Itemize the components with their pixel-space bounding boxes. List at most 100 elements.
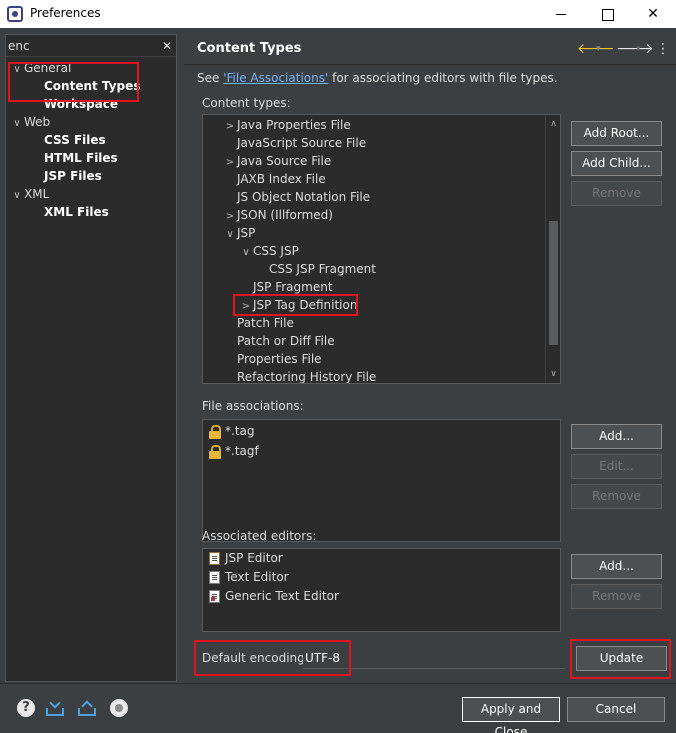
lock-icon — [209, 444, 221, 459]
content-type-item[interactable]: ∨ CSS JSP — [239, 242, 299, 260]
tree-item-label: Content Types — [44, 79, 141, 93]
import-icon[interactable] — [46, 697, 64, 717]
add-child-button[interactable]: Add Child... — [571, 151, 662, 176]
content-type-item[interactable]: Patch or Diff File — [223, 332, 335, 350]
apply-and-close-button[interactable]: Apply and Close — [462, 697, 560, 733]
content-type-label: CSS JSP Fragment — [269, 262, 376, 276]
close-window-button[interactable]: ✕ — [630, 0, 676, 28]
content-type-item[interactable]: Properties File — [223, 350, 322, 368]
content-type-item[interactable]: JSP Fragment — [239, 278, 333, 296]
tree-item[interactable]: ∨ Web — [10, 113, 50, 131]
remove-association-button[interactable]: Remove — [571, 484, 662, 509]
content-type-label: Properties File — [237, 352, 322, 366]
content-type-item[interactable]: > JSP Tag Definition — [239, 296, 358, 314]
back-dropdown-icon[interactable]: ▾ — [596, 40, 601, 58]
content-types-scrollbar[interactable]: ∧ ∨ — [545, 115, 560, 383]
update-button[interactable]: Update — [576, 646, 667, 671]
footer-divider — [0, 683, 676, 684]
editor-item[interactable]: Generic Text Editor — [209, 587, 339, 606]
scroll-thumb[interactable] — [549, 221, 558, 345]
associated-editors-label: Associated editors: — [202, 529, 317, 543]
file-association-item[interactable]: *.tag — [209, 422, 255, 441]
add-root-button[interactable]: Add Root... — [571, 121, 662, 146]
clear-filter-icon[interactable]: ✕ — [160, 38, 174, 54]
tree-item[interactable]: Workspace — [30, 95, 118, 113]
tree-item[interactable]: JSP Files — [30, 167, 102, 185]
view-menu-icon[interactable]: ⋮ — [656, 40, 670, 58]
editor-label: Text Editor — [225, 570, 289, 584]
edit-association-button[interactable]: Edit... — [571, 454, 662, 479]
file-associations-link[interactable]: 'File Associations' — [223, 71, 328, 85]
content-types-tree[interactable]: > Java Properties File JavaScript Source F… — [202, 114, 561, 384]
window-title: Preferences — [30, 6, 101, 20]
editor-item[interactable]: Text Editor — [209, 568, 289, 587]
preferences-dialog: ✕ ∨GeneralContent TypesWorkspace∨WebCSS … — [0, 28, 676, 733]
title-bar: Preferences ✕ — [0, 0, 676, 28]
file-associations-list[interactable]: *.tag *.tagf — [202, 419, 561, 542]
content-type-item[interactable]: JavaScript Source File — [223, 134, 366, 152]
expand-chevron-icon[interactable]: ∨ — [223, 226, 237, 244]
content-type-label: JSP Fragment — [253, 280, 333, 294]
expand-chevron-icon[interactable]: ∨ — [239, 244, 253, 262]
content-type-item[interactable]: > JSON (Illformed) — [223, 206, 333, 224]
content-type-label: Patch File — [237, 316, 294, 330]
cancel-button[interactable]: Cancel — [567, 697, 665, 722]
default-encoding-label: Default encoding: — [202, 651, 309, 665]
remove-content-type-button[interactable]: Remove — [571, 181, 662, 206]
content-type-item[interactable]: Refactoring History File — [223, 368, 376, 383]
scroll-down-icon[interactable]: ∨ — [546, 367, 560, 382]
scroll-up-icon[interactable]: ∧ — [546, 117, 560, 132]
minimize-button[interactable] — [538, 0, 584, 28]
tree-item[interactable]: ∨ General — [10, 59, 71, 77]
tree-item-label: HTML Files — [44, 151, 118, 165]
preference-tree-pane: ✕ ∨GeneralContent TypesWorkspace∨WebCSS … — [5, 34, 177, 682]
content-types-label: Content types: — [202, 96, 291, 110]
generic-editor-icon — [209, 590, 220, 603]
filter-box: ✕ — [6, 35, 176, 57]
file-association-item[interactable]: *.tagf — [209, 442, 259, 461]
expand-chevron-icon[interactable]: ∨ — [10, 61, 24, 79]
tree-item-label: JSP Files — [44, 169, 102, 183]
content-type-label: JAXB Index File — [237, 172, 326, 186]
filter-input[interactable] — [8, 37, 158, 55]
default-encoding-field[interactable]: UTF-8 — [303, 647, 565, 669]
maximize-button[interactable] — [584, 0, 630, 28]
editor-item[interactable]: JSP Editor — [209, 549, 283, 568]
content-type-label: JavaScript Source File — [237, 136, 367, 150]
remove-editor-button[interactable]: Remove — [571, 584, 662, 609]
forward-arrow-icon[interactable]: 🡒 — [616, 40, 654, 58]
tree-item[interactable]: CSS Files — [30, 131, 106, 149]
content-type-label: Patch or Diff File — [237, 334, 335, 348]
content-type-label: CSS JSP — [253, 244, 299, 258]
content-type-label: JSP Tag Definition — [253, 298, 358, 312]
content-type-item[interactable]: JS Object Notation File — [223, 188, 370, 206]
file-association-label: *.tagf — [225, 444, 259, 458]
content-type-item[interactable]: CSS JSP Fragment — [255, 260, 376, 278]
expand-chevron-icon[interactable]: ∨ — [10, 115, 24, 133]
expand-chevron-icon[interactable]: ∨ — [10, 187, 24, 205]
help-icon[interactable]: ? — [17, 699, 35, 717]
tree-item[interactable]: HTML Files — [30, 149, 118, 167]
tree-item-label: Web — [24, 115, 51, 129]
content-type-item[interactable]: > Java Source File — [223, 152, 331, 170]
content-type-label: Java Source File — [237, 154, 332, 168]
tree-item[interactable]: ∨ XML — [10, 185, 49, 203]
associated-editors-list[interactable]: JSP Editor Text Editor Generic Text Editor — [202, 548, 561, 632]
content-type-item[interactable]: ∨ JSP — [223, 224, 255, 242]
export-icon[interactable] — [78, 699, 96, 717]
forward-dropdown-icon[interactable]: ▾ — [636, 40, 641, 58]
lock-icon — [209, 424, 221, 439]
content-type-item[interactable]: Patch File — [223, 314, 294, 332]
page-title: Content Types — [197, 41, 302, 56]
content-type-item[interactable]: > Java Properties File — [223, 116, 351, 134]
file-association-label: *.tag — [225, 424, 255, 438]
add-editor-button[interactable]: Add... — [571, 554, 662, 579]
text-editor-icon — [209, 571, 220, 584]
record-preferences-icon[interactable] — [110, 699, 128, 717]
tree-item[interactable]: Content Types — [30, 77, 140, 95]
content-type-label: JSON (Illformed) — [237, 208, 333, 222]
file-associations-label: File associations: — [202, 399, 304, 413]
content-type-item[interactable]: JAXB Index File — [223, 170, 326, 188]
add-association-button[interactable]: Add... — [571, 424, 662, 449]
tree-item[interactable]: XML Files — [30, 203, 109, 221]
